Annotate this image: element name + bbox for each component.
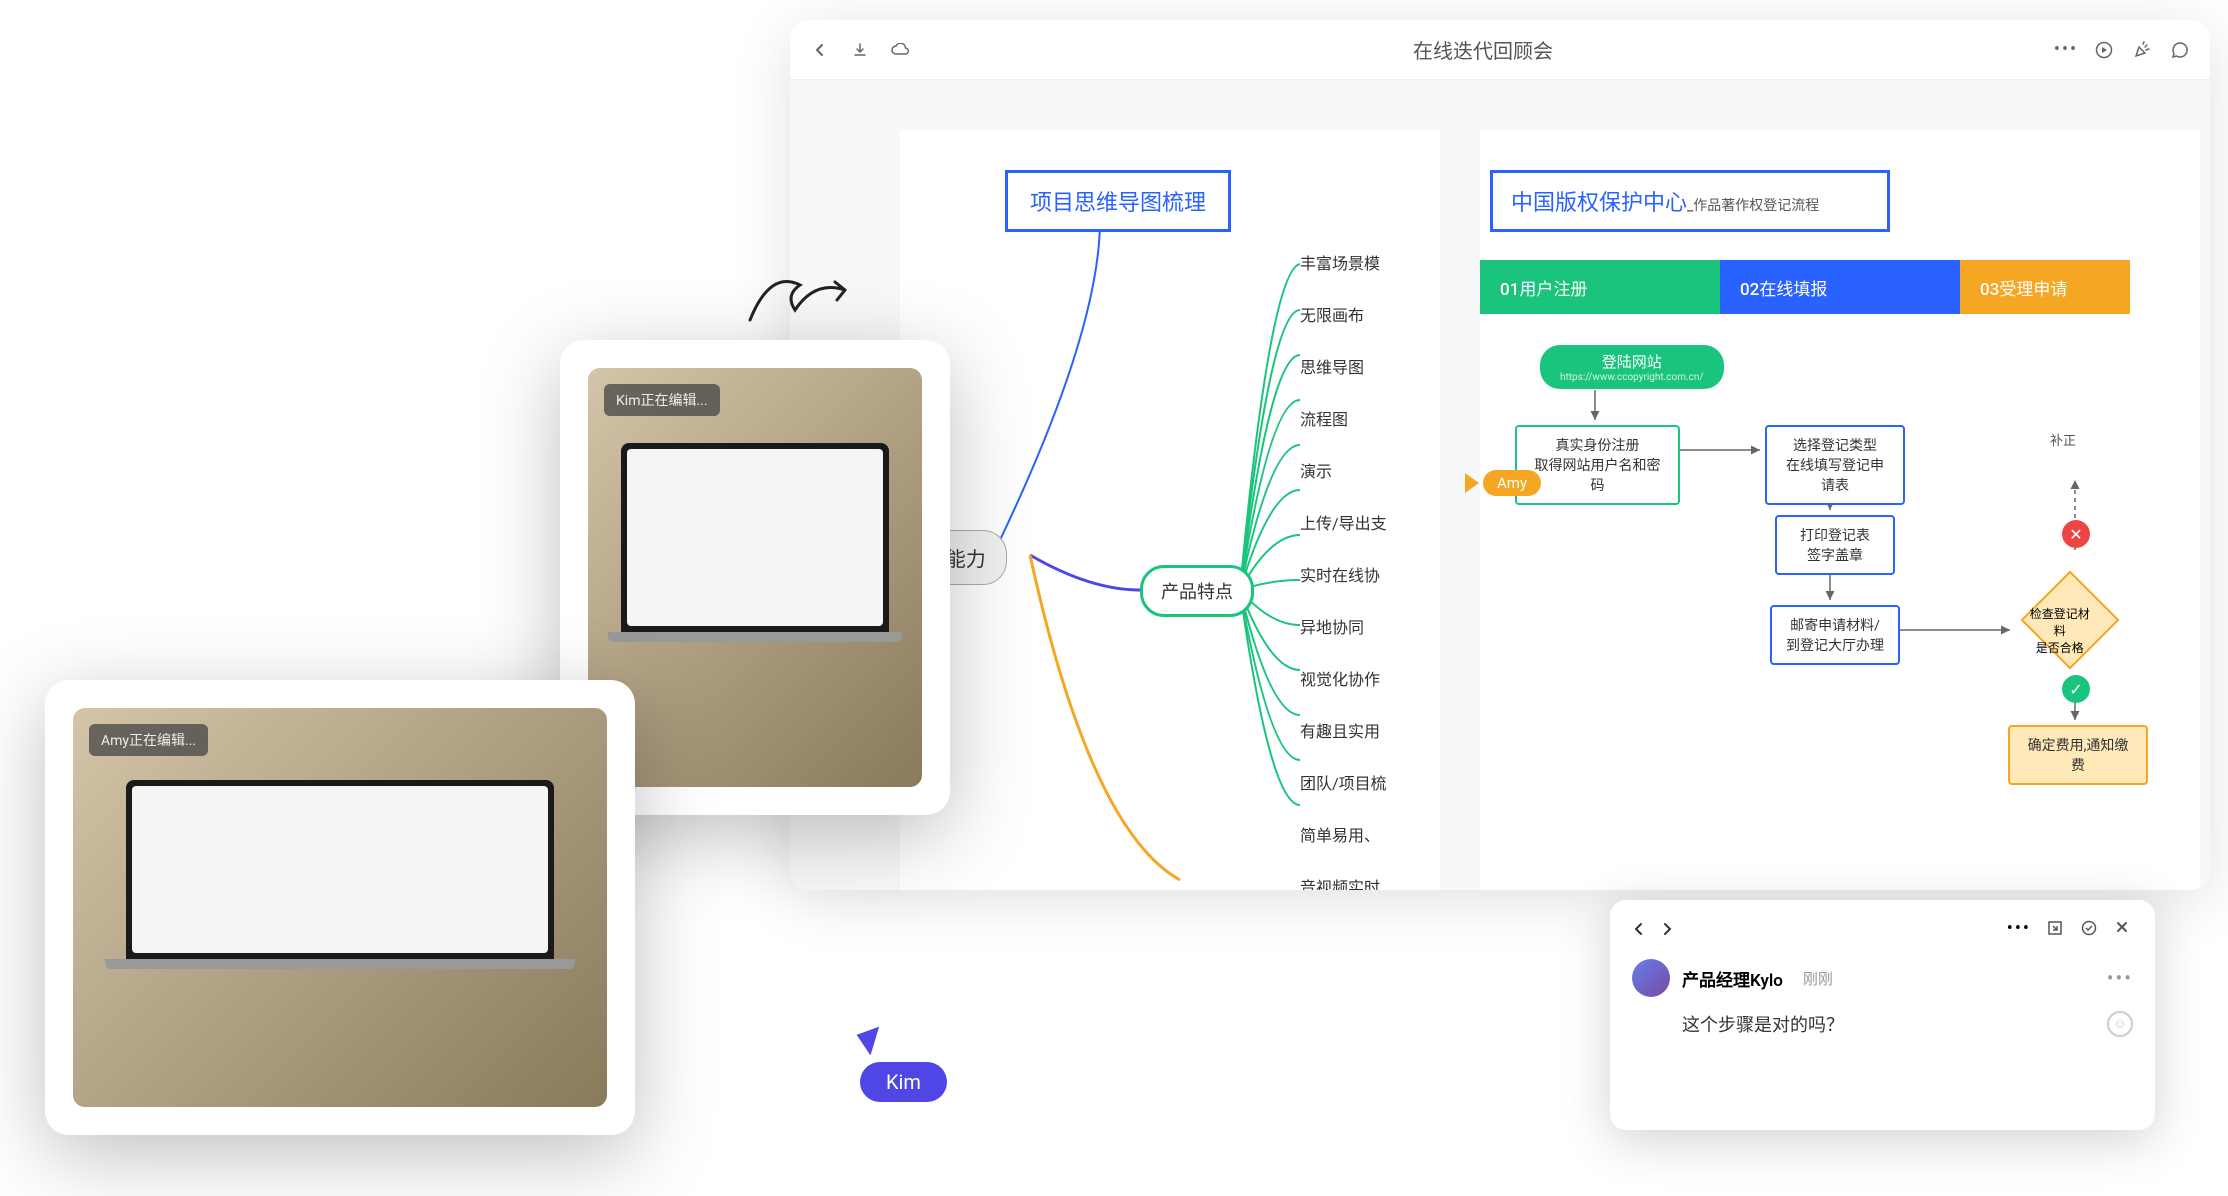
chat-icon[interactable] — [2170, 40, 2190, 60]
leaf-item[interactable]: 有趣且实用 — [1300, 718, 1387, 742]
leaf-item[interactable]: 思维导图 — [1300, 354, 1387, 378]
leaf-item[interactable]: 丰富场景模 — [1300, 250, 1387, 274]
editing-badge: Kim正在编辑... — [604, 384, 720, 416]
flow-box-line: 真实身份注册 — [1531, 435, 1664, 455]
leaf-item[interactable]: 实时在线协 — [1300, 562, 1387, 586]
more-icon[interactable]: ••• — [2056, 40, 2076, 60]
flow-box-line: 邮寄申请材料/ — [1786, 615, 1884, 635]
flow-column-headers: 01用户注册 02在线填报 03受理申请 — [1480, 260, 2130, 314]
cursor-label: Amy — [1483, 470, 1541, 496]
flow-col-2: 02在线填报 — [1720, 260, 1960, 314]
expand-icon[interactable] — [2047, 920, 2065, 938]
flow-box-line: 签字盖章 — [1791, 545, 1879, 565]
next-comment-icon[interactable] — [1660, 922, 1674, 936]
flow-box-line: 到登记大厅办理 — [1786, 635, 1884, 655]
flow-diamond-line: 是否合格 — [2027, 639, 2093, 656]
collaborator-cursor-amy: Amy — [1465, 470, 1541, 496]
flow-box-line: 打印登记表 — [1791, 525, 1879, 545]
resolve-icon[interactable] — [2081, 920, 2099, 938]
flow-box-select[interactable]: 选择登记类型 在线填写登记申请表 — [1765, 425, 1905, 505]
comment-text: 这个步骤是对的吗？ — [1682, 1011, 1844, 1037]
flow-diamond-line: 检查登记材料 — [2027, 605, 2093, 639]
cloud-icon[interactable] — [890, 40, 910, 60]
leaf-item[interactable]: 简单易用、 — [1300, 822, 1387, 846]
flowchart-panel: 中国版权保护中心_作品著作权登记流程 01用户注册 02在线填报 03受理申请 — [1480, 130, 2200, 890]
laptop-icon — [126, 780, 553, 1019]
flow-success-icon: ✓ — [2062, 675, 2090, 703]
flow-box-print[interactable]: 打印登记表 签字盖章 — [1775, 515, 1895, 575]
flow-box-fee[interactable]: 确定费用,通知缴费 — [2008, 725, 2148, 785]
flow-col-1: 01用户注册 — [1480, 260, 1720, 314]
leaf-item[interactable]: 音视频实时 — [1300, 874, 1387, 890]
leaf-item[interactable]: 视觉化协作 — [1300, 666, 1387, 690]
laptop-icon — [621, 443, 888, 694]
leaf-item[interactable]: 无限画布 — [1300, 302, 1387, 326]
comment-timestamp: 刚刚 — [1803, 968, 1833, 989]
canvas[interactable]: 项目思维导图梳理 ix产品能力 产品特点 丰富场景模 无限画布 思维导图 流程图… — [790, 80, 2210, 890]
flow-diamond-check[interactable]: 检查登记材料 是否合格 — [2021, 571, 2120, 670]
mindmap-title[interactable]: 项目思维导图梳理 — [1005, 170, 1231, 232]
flow-box-line: 取得网站用户名和密码 — [1531, 455, 1664, 495]
flowchart-title-main: 中国版权保护中心 — [1511, 191, 1687, 216]
flow-col-3: 03受理申请 — [1960, 260, 2130, 314]
comment-item-more-icon[interactable]: ••• — [2107, 966, 2133, 990]
cursor-pointer-icon — [857, 1027, 888, 1058]
flow-box-line: 确定费用,通知缴费 — [2024, 735, 2132, 775]
back-icon[interactable] — [810, 40, 830, 60]
flowchart-title[interactable]: 中国版权保护中心_作品著作权登记流程 — [1490, 170, 1890, 232]
main-app-window: 在线迭代回顾会 ••• — [790, 20, 2210, 890]
photo-content: Amy正在编辑... — [73, 708, 607, 1107]
arrow-swoop-icon — [740, 260, 860, 340]
flow-error-icon: ✕ — [2062, 520, 2090, 548]
comment-popup: ••• 产品经理Kylo 刚刚 ••• 这个步骤是对的吗？ ☺ — [1610, 900, 2155, 1130]
emoji-reaction-icon[interactable]: ☺ — [2107, 1011, 2133, 1037]
prev-comment-icon[interactable] — [1632, 922, 1646, 936]
leaf-item[interactable]: 流程图 — [1300, 406, 1387, 430]
comment-more-icon[interactable]: ••• — [2007, 918, 2031, 939]
photo-content: Kim正在编辑... — [588, 368, 922, 787]
close-icon[interactable] — [2115, 920, 2133, 938]
leaf-item[interactable]: 异地协同 — [1300, 614, 1387, 638]
flow-box-mail[interactable]: 邮寄申请材料/ 到登记大厅办理 — [1770, 605, 1900, 665]
celebrate-icon[interactable] — [2132, 40, 2152, 60]
flow-box-line: 选择登记类型 — [1781, 435, 1889, 455]
mindmap-panel: 项目思维导图梳理 ix产品能力 产品特点 丰富场景模 无限画布 思维导图 流程图… — [900, 130, 1440, 890]
flow-start-node[interactable]: 登陆网站 https://www.ccopyright.com.cn/ — [1540, 345, 1724, 389]
flow-box-line: 在线填写登记申请表 — [1781, 455, 1889, 495]
mindmap-feature-node[interactable]: 产品特点 — [1140, 565, 1254, 617]
cursor-pointer-icon — [1465, 473, 1479, 493]
flow-correction-label: 补正 — [2050, 430, 2076, 449]
download-icon[interactable] — [850, 40, 870, 60]
flow-start-label: 登陆网站 — [1602, 353, 1662, 371]
leaf-item[interactable]: 团队/项目梳 — [1300, 770, 1387, 794]
leaf-item[interactable]: 上传/导出支 — [1300, 510, 1387, 534]
editor-thumbnail-amy: Amy正在编辑... — [45, 680, 635, 1135]
comment-user-row: 产品经理Kylo 刚刚 ••• — [1632, 959, 2133, 997]
leaf-item[interactable]: 演示 — [1300, 458, 1387, 482]
flowchart-title-sub: _作品著作权登记流程 — [1687, 198, 1819, 214]
mindmap-leaves: 丰富场景模 无限画布 思维导图 流程图 演示 上传/导出支 实时在线协 异地协同… — [1300, 250, 1387, 890]
comment-body: 这个步骤是对的吗？ ☺ — [1632, 1011, 2133, 1037]
avatar — [1632, 959, 1670, 997]
cursor-label: Kim — [860, 1062, 947, 1102]
toolbar: 在线迭代回顾会 ••• — [790, 20, 2210, 80]
play-icon[interactable] — [2094, 40, 2114, 60]
comment-header: ••• — [1632, 918, 2133, 939]
document-title: 在线迭代回顾会 — [910, 35, 2056, 64]
editing-badge: Amy正在编辑... — [89, 724, 208, 756]
flow-start-url: https://www.ccopyright.com.cn/ — [1560, 372, 1704, 383]
collaborator-cursor-kim: Kim — [860, 1030, 947, 1102]
comment-username: 产品经理Kylo — [1682, 966, 1783, 991]
